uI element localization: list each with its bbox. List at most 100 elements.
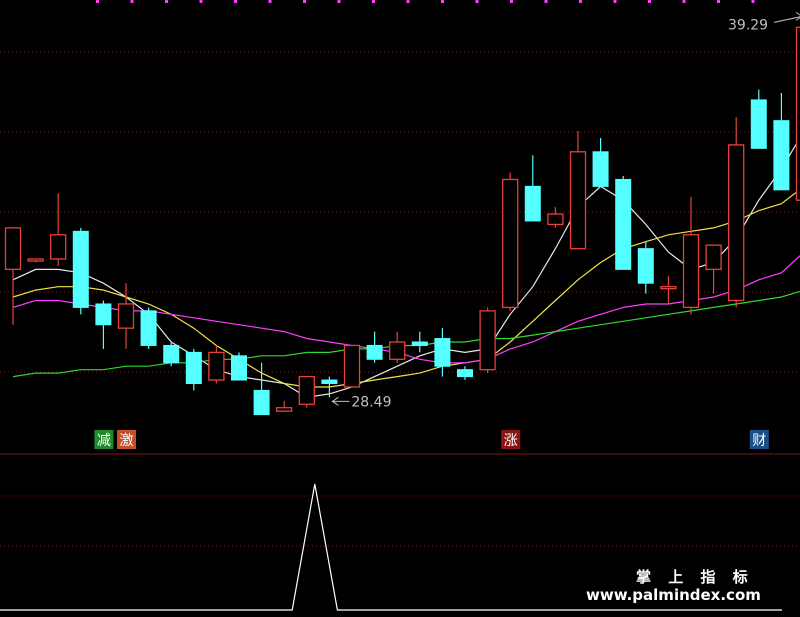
candle[interactable] <box>50 193 67 266</box>
candle-body <box>276 407 293 412</box>
candle[interactable] <box>72 227 89 315</box>
candle-body <box>50 234 67 260</box>
top-dot-11 <box>475 0 479 3</box>
candle-body <box>253 389 270 416</box>
candle[interactable] <box>750 89 767 149</box>
ma-line-ma10 <box>12 188 800 388</box>
candle[interactable] <box>773 93 790 191</box>
candle[interactable] <box>728 117 745 308</box>
top-dot-1 <box>130 0 134 3</box>
candle-body <box>343 344 361 388</box>
high-price-label: 39.29 <box>728 17 768 33</box>
candle-body <box>502 178 519 309</box>
candle-body <box>231 355 247 381</box>
top-marker-dots <box>96 0 755 3</box>
top-dot-12 <box>510 0 513 3</box>
watermark-title: 掌 上 指 标 <box>636 568 754 586</box>
candle-body <box>366 344 383 360</box>
top-dot-18 <box>717 0 720 3</box>
candle[interactable] <box>343 344 361 388</box>
top-dot-5 <box>268 0 272 3</box>
signal-badge: 减 <box>94 430 114 449</box>
high-price-arrow <box>773 16 800 23</box>
candle[interactable] <box>705 244 722 294</box>
candle[interactable] <box>479 307 496 374</box>
candle[interactable] <box>547 207 564 228</box>
candle-body <box>117 303 135 329</box>
signal-badge-text: 涨 <box>504 433 518 449</box>
candle[interactable] <box>389 331 406 363</box>
top-dot-13 <box>544 0 548 3</box>
candle[interactable] <box>276 400 293 412</box>
candle[interactable] <box>4 227 22 325</box>
candle-body <box>321 379 338 384</box>
top-dot-19 <box>751 0 755 3</box>
candle[interactable] <box>163 342 180 367</box>
candle-body <box>660 286 677 290</box>
signal-badge: 激 <box>117 430 136 449</box>
ma-line-ma60 <box>12 290 800 378</box>
candle[interactable] <box>637 241 654 294</box>
candle[interactable] <box>27 258 44 263</box>
candle[interactable] <box>434 328 451 377</box>
candle[interactable] <box>569 131 587 250</box>
candle[interactable] <box>208 345 225 384</box>
candle-body <box>547 213 564 226</box>
candle-body <box>569 151 587 250</box>
signal-badge-text: 减 <box>97 433 111 449</box>
signal-badge-text: 激 <box>120 432 134 449</box>
top-dot-0 <box>96 0 99 3</box>
candlestick-chart[interactable]: 39.29 28.49 减激 涨 财 掌 上 指 标 www.palmindex.c… <box>0 0 800 617</box>
candle-body <box>705 244 722 271</box>
candle[interactable] <box>231 352 247 381</box>
candle[interactable] <box>660 276 677 304</box>
candle[interactable] <box>524 155 541 222</box>
candle[interactable] <box>795 20 800 210</box>
candle-body <box>750 99 767 149</box>
candle[interactable] <box>140 307 157 349</box>
indicator-grid <box>0 495 800 547</box>
candle-body <box>163 344 180 364</box>
candle-body <box>524 185 541 222</box>
candle-body <box>208 351 225 381</box>
candle-body <box>4 227 22 271</box>
candle[interactable] <box>615 176 632 270</box>
candle-body <box>479 310 496 371</box>
ma-line-ma5 <box>12 136 800 398</box>
top-dot-2 <box>165 0 168 3</box>
candle-body <box>411 341 428 346</box>
candle[interactable] <box>592 137 609 187</box>
watermark: 掌 上 指 标 www.palmindex.com <box>578 563 798 609</box>
signal-badge-text: 财 <box>752 433 766 449</box>
top-dot-9 <box>406 0 410 3</box>
high-price-arrowhead <box>795 11 800 21</box>
top-dot-4 <box>234 0 237 3</box>
candle[interactable] <box>298 375 315 408</box>
candles[interactable] <box>4 20 800 416</box>
top-dot-3 <box>199 0 203 3</box>
candle-body <box>27 258 44 262</box>
candle-body <box>592 151 609 187</box>
candle[interactable] <box>502 172 519 311</box>
candle-body <box>682 234 700 309</box>
candle-body <box>615 178 632 270</box>
stock-chart-window: 39.29 28.49 减激 涨 财 掌 上 指 标 www.palmindex.c… <box>0 0 800 617</box>
candle[interactable] <box>682 196 700 315</box>
top-dot-10 <box>441 0 444 3</box>
moving-average-lines <box>12 136 800 398</box>
candle[interactable] <box>366 331 383 363</box>
candle-body <box>637 248 654 284</box>
candle-body <box>728 144 745 302</box>
candle-body <box>298 375 315 405</box>
candle[interactable] <box>117 283 135 349</box>
watermark-url: www.palmindex.com <box>586 586 761 604</box>
candle[interactable] <box>95 300 112 349</box>
candle-body <box>185 351 202 384</box>
low-price-label: 28.49 <box>351 394 391 410</box>
candle[interactable] <box>185 348 202 391</box>
candle-body <box>457 369 473 378</box>
top-dot-15 <box>613 0 617 3</box>
candle-body <box>140 310 157 346</box>
candle[interactable] <box>457 366 473 381</box>
candle[interactable] <box>411 331 428 353</box>
